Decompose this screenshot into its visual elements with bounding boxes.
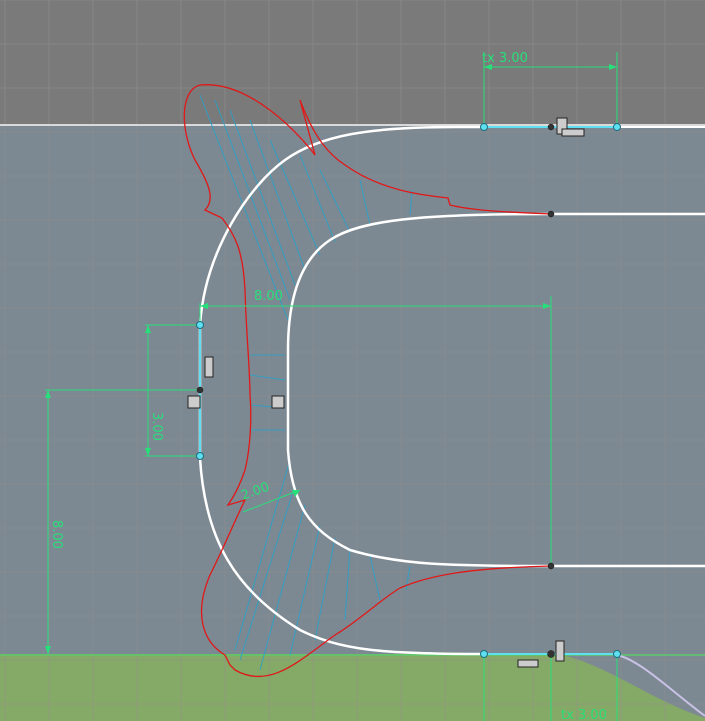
dimension-height[interactable]: 8.00 [49,520,64,549]
dimension-width[interactable]: 8.00 [254,289,283,304]
dimension-bottom-tangent[interactable]: tx 3.00 [561,708,607,721]
dimension-vertical-span[interactable]: 3.00 [149,412,164,441]
dimension-top-tangent[interactable]: tx 3.00 [482,51,528,66]
sketch-viewport[interactable]: tx 3.00 8.00 3.00 8.00 2.00 tx 3.00 [0,0,705,721]
